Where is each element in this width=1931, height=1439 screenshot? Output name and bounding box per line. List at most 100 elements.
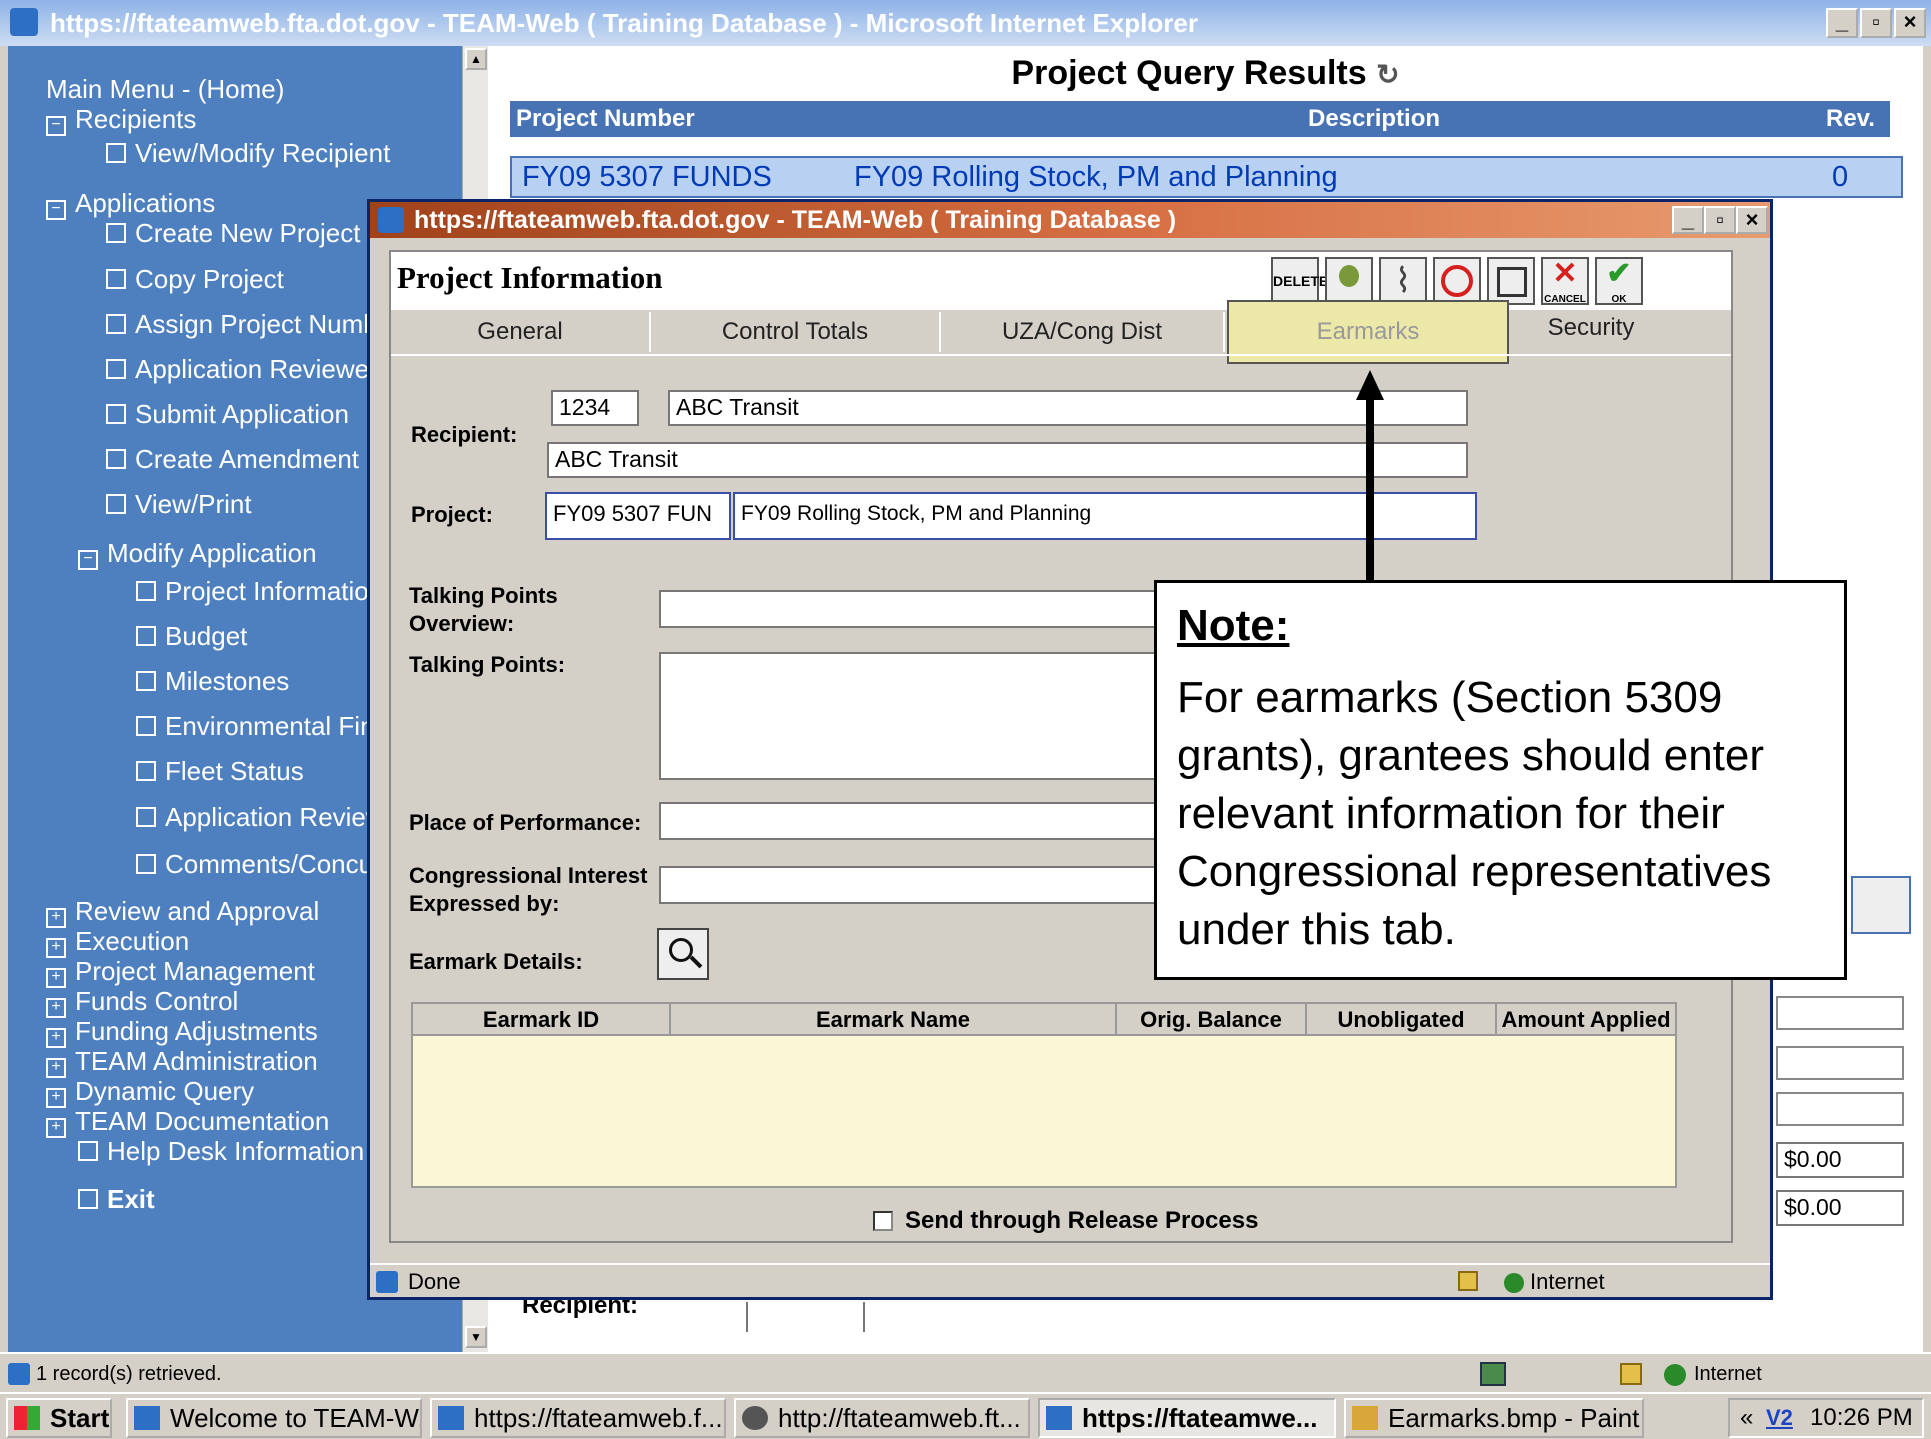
sidebar-item-copy-project[interactable]: Copy Project [106, 264, 284, 294]
table-row[interactable]: FY09 5307 FUNDS FY09 Rolling Stock, PM a… [510, 156, 1903, 198]
sidebar-item-home[interactable]: Main Menu - (Home) [46, 74, 284, 104]
sidebar-item-project-information[interactable]: Project Information [136, 576, 383, 606]
sidebar-item-view-modify-recipient[interactable]: View/Modify Recipient [106, 138, 390, 168]
sidebar-item-review-and-approval[interactable]: + Review and Approval [46, 896, 319, 928]
minimize-button[interactable]: _ [1826, 8, 1858, 38]
scroll-up-arrow-icon[interactable]: ▲ [465, 48, 487, 70]
maximize-button[interactable]: ▫ [1860, 8, 1892, 38]
sidebar-item-create-amendment[interactable]: Create Amendment [106, 444, 359, 474]
column-header[interactable]: Rev. [1826, 101, 1875, 137]
close-button[interactable]: × [1894, 8, 1926, 38]
column-header[interactable]: Project Number [516, 101, 695, 137]
taskbar-item[interactable]: https://ftateamweb.f... [430, 1398, 726, 1438]
talking-points-field[interactable] [659, 652, 1179, 780]
sidebar-item-application-reviewer[interactable]: Application Reviewer [106, 354, 378, 384]
sidebar-item-dynamic-query[interactable]: + Dynamic Query [46, 1076, 254, 1108]
place-of-performance-field[interactable] [659, 802, 1179, 840]
search-icon[interactable] [657, 928, 709, 980]
collapse-icon[interactable]: − [78, 550, 98, 570]
popup-status-text: Done [408, 1269, 461, 1294]
sidebar-item-team-administration[interactable]: + TEAM Administration [46, 1046, 318, 1078]
sidebar-item-create-new-project[interactable]: Create New Project [106, 218, 360, 248]
sidebar-item-help-desk[interactable]: Help Desk Information [78, 1136, 364, 1166]
column-header-earmark-id[interactable]: Earmark ID [413, 1004, 671, 1036]
expand-icon[interactable]: + [46, 1118, 66, 1138]
sidebar-item-exit[interactable]: Exit [78, 1184, 155, 1214]
recipient-id-field[interactable]: 1234 [551, 390, 639, 426]
sidebar-item-modify-application[interactable]: − Modify Application [78, 538, 317, 570]
bg-amount-field[interactable]: $0.00 [1776, 1142, 1904, 1178]
tab-security[interactable]: Security [1511, 308, 1671, 348]
column-header-unobligated[interactable]: Unobligated [1307, 1004, 1497, 1036]
tab-control-totals[interactable]: Control Totals [651, 312, 941, 352]
taskbar-item[interactable]: http://ftateamweb.ft... [734, 1398, 1030, 1438]
expand-icon[interactable]: + [46, 1028, 66, 1048]
sidebar-item-recipients[interactable]: − Recipients [46, 104, 196, 136]
expand-icon[interactable]: + [46, 908, 66, 928]
popup-maximize-button[interactable]: ▫ [1704, 206, 1736, 234]
save-icon[interactable] [1487, 257, 1535, 305]
taskbar-item[interactable]: Earmarks.bmp - Paint [1344, 1398, 1644, 1438]
no-print-icon[interactable] [1433, 257, 1481, 305]
expand-icon[interactable]: + [46, 968, 66, 988]
sidebar-item-execution[interactable]: + Execution [46, 926, 189, 958]
taskbar-item-active[interactable]: https://ftateamwe... [1038, 1398, 1336, 1438]
contacts-icon[interactable] [1325, 257, 1373, 305]
attachment-icon[interactable]: ⌇ [1379, 257, 1427, 305]
sidebar-item-submit-application[interactable]: Submit Application [106, 399, 349, 429]
sidebar-item-funds-control[interactable]: + Funds Control [46, 986, 238, 1018]
ok-button[interactable]: ✔ OK [1595, 257, 1643, 305]
windows-logo-icon [14, 1406, 40, 1430]
sidebar-item-fleet-status[interactable]: Fleet Status [136, 756, 304, 786]
sidebar-item-application-review[interactable]: Application Review [136, 802, 385, 832]
sidebar-item-assign-project-number[interactable]: Assign Project Numbe [106, 309, 392, 339]
expand-icon[interactable]: + [46, 1088, 66, 1108]
column-header-amount-applied[interactable]: Amount Applied [1497, 1004, 1675, 1036]
bg-field[interactable] [1776, 996, 1904, 1030]
tray-app-icon[interactable]: V2 [1766, 1400, 1793, 1436]
sidebar-item-milestones[interactable]: Milestones [136, 666, 289, 696]
cancel-button[interactable]: ✕ CANCEL [1541, 257, 1589, 305]
project-number-field[interactable]: FY09 5307 FUN [545, 492, 731, 540]
system-tray: « V2 10:26 PM [1728, 1398, 1924, 1438]
bg-field[interactable] [1776, 1092, 1904, 1126]
column-header-earmark-name[interactable]: Earmark Name [671, 1004, 1117, 1036]
popup-minimize-button[interactable]: _ [1672, 206, 1704, 234]
scroll-down-arrow-icon[interactable]: ▼ [465, 1326, 487, 1348]
sidebar-item-view-print[interactable]: View/Print [106, 489, 252, 519]
sidebar-item-project-management[interactable]: + Project Management [46, 956, 315, 988]
tab-general[interactable]: General [391, 312, 651, 352]
tab-uza-cong-dist[interactable]: UZA/Cong Dist [941, 312, 1225, 352]
project-number-cell[interactable]: FY09 5307 FUNDS [522, 158, 772, 196]
expand-icon[interactable]: + [46, 938, 66, 958]
expand-icon[interactable]: + [46, 1058, 66, 1078]
talking-points-overview-field[interactable] [659, 590, 1179, 628]
taskbar-item[interactable]: Welcome to TEAM-W... [126, 1398, 422, 1438]
sidebar-item-applications[interactable]: − Applications [46, 188, 215, 220]
popup-blocked-icon[interactable] [1480, 1362, 1506, 1386]
description-cell: FY09 Rolling Stock, PM and Planning [854, 161, 1338, 193]
release-checkbox[interactable] [873, 1211, 893, 1231]
tray-expand-icon[interactable]: « [1740, 1400, 1753, 1436]
start-button[interactable]: Start [6, 1398, 112, 1438]
expand-icon[interactable]: + [46, 998, 66, 1018]
sidebar-item-comments-concur[interactable]: Comments/Concur [136, 849, 382, 879]
sidebar-item-environmental-findings[interactable]: Environmental Find [136, 711, 389, 741]
collapse-icon[interactable]: − [46, 116, 66, 136]
collapse-icon[interactable]: − [46, 200, 66, 220]
recipient-name-field-2[interactable]: ABC Transit [547, 442, 1468, 478]
bg-recipient-field[interactable] [746, 1302, 832, 1332]
sidebar-item-budget[interactable]: Budget [136, 621, 247, 651]
column-header-orig-balance[interactable]: Orig. Balance [1117, 1004, 1307, 1036]
sidebar-item-funding-adjustments[interactable]: + Funding Adjustments [46, 1016, 318, 1048]
congressional-interest-field[interactable] [659, 866, 1179, 904]
bg-field[interactable] [1776, 1046, 1904, 1080]
delete-button[interactable]: DELETE [1271, 257, 1328, 305]
column-header[interactable]: Description [1308, 101, 1440, 137]
refresh-icon[interactable]: ↻ [1376, 59, 1399, 90]
bg-recipient-name-field[interactable] [863, 1302, 1553, 1332]
bg-icon-button[interactable] [1851, 876, 1911, 934]
bg-amount-field[interactable]: $0.00 [1776, 1190, 1904, 1226]
sidebar-item-team-documentation[interactable]: + TEAM Documentation [46, 1106, 329, 1138]
popup-close-button[interactable]: × [1736, 206, 1768, 234]
